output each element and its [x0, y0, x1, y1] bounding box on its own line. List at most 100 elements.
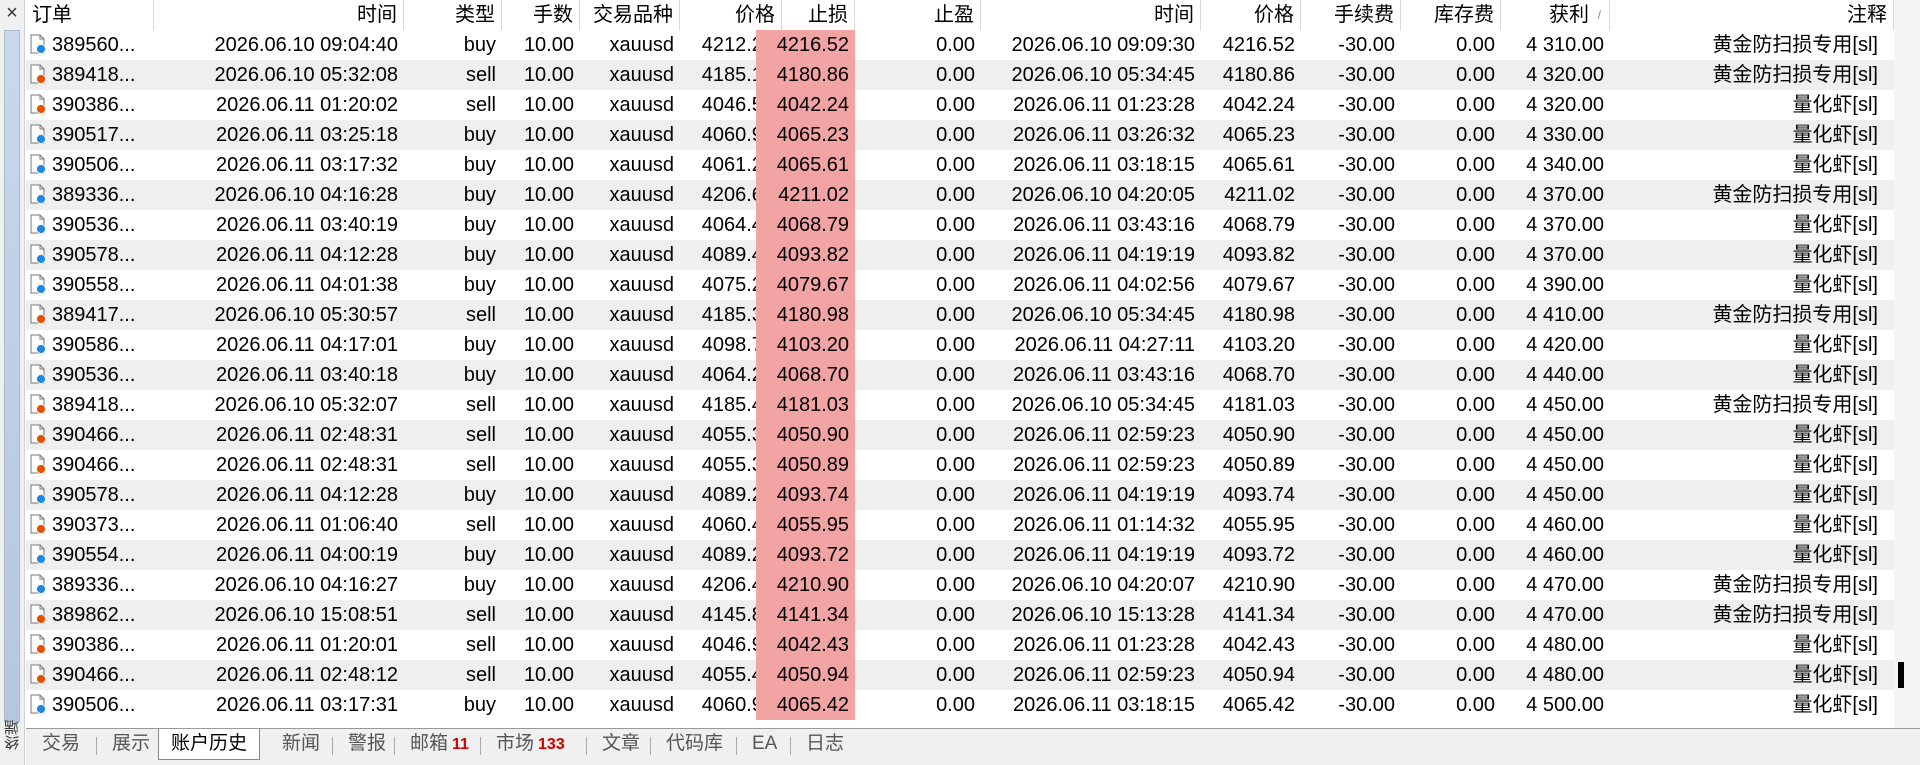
table-row[interactable]: 390386... 2026.06.11 01:20:01 sell 10.00 xau… — [26, 630, 1894, 660]
cell-profit: 4 420.00 — [1526, 334, 1604, 356]
cell-take-profit: 0.00 — [936, 574, 975, 596]
table-row[interactable]: 389336... 2026.06.10 04:16:27 buy 10.00 xauu… — [26, 570, 1894, 600]
tab-7[interactable]: 市场 133 — [484, 729, 577, 759]
buy-order-icon — [30, 244, 46, 264]
tab-label: 警报 — [348, 733, 387, 754]
cell-swap: 0.00 — [1456, 124, 1495, 146]
cell-close-price: 4065.42 — [1222, 694, 1295, 716]
cell-take-profit: 0.00 — [936, 604, 975, 626]
cell-close-time: 2026.06.11 03:43:16 — [1012, 364, 1195, 386]
cell-comment: 量化虾[sl] — [1792, 274, 1878, 296]
cell-lots: 10.00 — [523, 604, 574, 626]
cell-open-time: 2026.06.11 03:40:18 — [215, 364, 398, 386]
cell-trade-type: buy — [463, 184, 496, 206]
column-header-open-time[interactable]: 时间 — [154, 0, 404, 30]
table-row[interactable]: 389336... 2026.06.10 04:16:28 buy 10.00 xauu… — [26, 180, 1894, 210]
cell-commission: -30.00 — [1338, 514, 1395, 536]
table-row[interactable]: 389418... 2026.06.10 05:32:07 sell 10.00 xau… — [26, 390, 1894, 420]
column-header-close-time[interactable]: 时间 — [981, 0, 1201, 30]
column-header-open-price[interactable]: 价格 — [680, 0, 782, 30]
cell-profit: 4 340.00 — [1526, 154, 1604, 176]
cell-take-profit: 0.00 — [936, 184, 975, 206]
table-row[interactable]: 390536... 2026.06.11 03:40:19 buy 10.00 xauu… — [26, 210, 1894, 240]
tab-4[interactable]: 新闻 — [270, 729, 332, 759]
table-row[interactable]: 390506... 2026.06.11 03:17:32 buy 10.00 xauu… — [26, 150, 1894, 180]
column-header-comment[interactable]: 注释 — [1610, 0, 1894, 30]
cell-profit: 4 480.00 — [1526, 664, 1604, 686]
close-icon[interactable]: × — [2, 2, 22, 24]
cell-comment: 量化虾[sl] — [1792, 514, 1878, 536]
table-row[interactable]: 390578... 2026.06.11 04:12:28 buy 10.00 xauu… — [26, 480, 1894, 510]
table-row[interactable]: 389560... 2026.06.10 09:04:40 buy 10.00 xauu… — [26, 30, 1894, 60]
table-row[interactable]: 390578... 2026.06.11 04:12:28 buy 10.00 xauu… — [26, 240, 1894, 270]
cell-close-time: 2026.06.10 05:34:45 — [1011, 304, 1195, 326]
cell-swap: 0.00 — [1456, 604, 1495, 626]
table-row[interactable]: 390554... 2026.06.11 04:00:19 buy 10.00 xauu… — [26, 540, 1894, 570]
cell-profit: 4 320.00 — [1526, 64, 1604, 86]
cell-comment: 黄金防扫损专用[sl] — [1712, 64, 1878, 86]
scrollbar-thumb[interactable] — [1898, 662, 1904, 688]
tab-11[interactable]: 日志 — [794, 729, 856, 759]
cell-profit: 4 390.00 — [1526, 274, 1604, 296]
cell-stop-loss: 4065.42 — [756, 690, 855, 720]
cell-comment: 量化虾[sl] — [1792, 664, 1878, 686]
cell-symbol: xauusd — [609, 94, 675, 116]
cell-open-time: 2026.06.11 03:17:32 — [215, 154, 398, 176]
table-row[interactable]: 390373... 2026.06.11 01:06:40 sell 10.00 xau… — [26, 510, 1894, 540]
column-header-lots[interactable]: 手数 — [502, 0, 580, 30]
table-row[interactable]: 390536... 2026.06.11 03:40:18 buy 10.00 xauu… — [26, 360, 1894, 390]
table-row[interactable]: 390586... 2026.06.11 04:17:01 buy 10.00 xauu… — [26, 330, 1894, 360]
table-row[interactable]: 390558... 2026.06.11 04:01:38 buy 10.00 xauu… — [26, 270, 1894, 300]
cell-symbol: xauusd — [609, 454, 675, 476]
cell-trade-type: buy — [463, 484, 496, 506]
tab-6[interactable]: 邮箱 11 — [398, 729, 481, 759]
cell-order-id: 389336... — [52, 184, 136, 206]
cell-close-price: 4093.72 — [1222, 544, 1295, 566]
table-row[interactable]: 389862... 2026.06.10 15:08:51 sell 10.00 xau… — [26, 600, 1894, 630]
buy-order-icon — [30, 154, 46, 174]
cell-lots: 10.00 — [523, 634, 574, 656]
tab-9[interactable]: 代码库 — [654, 729, 735, 759]
table-row[interactable]: 390506... 2026.06.11 03:17:31 buy 10.00 xauu… — [26, 690, 1894, 720]
column-header-profit[interactable]: 获利 / — [1501, 0, 1610, 30]
cell-take-profit: 0.00 — [936, 454, 975, 476]
cell-close-time: 2026.06.10 04:20:05 — [1011, 184, 1195, 206]
column-header-swap[interactable]: 库存费 — [1401, 0, 1501, 30]
tab-8[interactable]: 文章 — [590, 729, 652, 759]
tab-2[interactable]: 展示 — [100, 729, 162, 759]
cell-stop-loss: 4211.02 — [756, 180, 855, 210]
tab-10[interactable]: EA — [740, 729, 789, 759]
table-row[interactable]: 390466... 2026.06.11 02:48:31 sell 10.00 xau… — [26, 420, 1894, 450]
vertical-scrollbar[interactable] — [1894, 0, 1920, 728]
cell-stop-loss: 4068.79 — [756, 210, 855, 240]
column-header-symbol[interactable]: 交易品种 — [580, 0, 680, 30]
cell-comment: 量化虾[sl] — [1792, 424, 1878, 446]
table-row[interactable]: 390517... 2026.06.11 03:25:18 buy 10.00 xauu… — [26, 120, 1894, 150]
cell-take-profit: 0.00 — [936, 124, 975, 146]
table-row[interactable]: 389417... 2026.06.10 05:30:57 sell 10.00 xau… — [26, 300, 1894, 330]
tab-1[interactable]: 交易 — [30, 729, 92, 759]
column-header-trade-type[interactable]: 类型 — [404, 0, 502, 30]
cell-take-profit: 0.00 — [936, 214, 975, 236]
panel-drag-bar[interactable] — [4, 30, 20, 722]
column-header-close-price[interactable]: 价格 — [1201, 0, 1301, 30]
cell-take-profit: 0.00 — [936, 64, 975, 86]
cell-comment: 量化虾[sl] — [1792, 634, 1878, 656]
cell-comment: 量化虾[sl] — [1792, 544, 1878, 566]
table-row[interactable]: 390466... 2026.06.11 02:48:12 sell 10.00 xau… — [26, 660, 1894, 690]
cell-commission: -30.00 — [1338, 64, 1395, 86]
column-header-order-id[interactable]: 订单 — [26, 0, 154, 30]
table-row[interactable]: 390386... 2026.06.11 01:20:02 sell 10.00 xau… — [26, 90, 1894, 120]
column-header-stop-loss[interactable]: 止损 — [782, 0, 855, 30]
cell-close-price: 4050.94 — [1222, 664, 1295, 686]
tab-3[interactable]: 账户历史 — [158, 729, 261, 760]
table-row[interactable]: 389418... 2026.06.10 05:32:08 sell 10.00 xau… — [26, 60, 1894, 90]
cell-comment: 量化虾[sl] — [1792, 484, 1878, 506]
cell-open-time: 2026.06.10 05:32:07 — [214, 394, 398, 416]
tab-5[interactable]: 警报 — [336, 729, 398, 759]
cell-commission: -30.00 — [1338, 484, 1395, 506]
table-row[interactable]: 390466... 2026.06.11 02:48:31 sell 10.00 xau… — [26, 450, 1894, 480]
column-header-commission[interactable]: 手续费 — [1301, 0, 1401, 30]
cell-close-price: 4068.79 — [1222, 214, 1295, 236]
column-header-take-profit[interactable]: 止盈 — [855, 0, 981, 30]
